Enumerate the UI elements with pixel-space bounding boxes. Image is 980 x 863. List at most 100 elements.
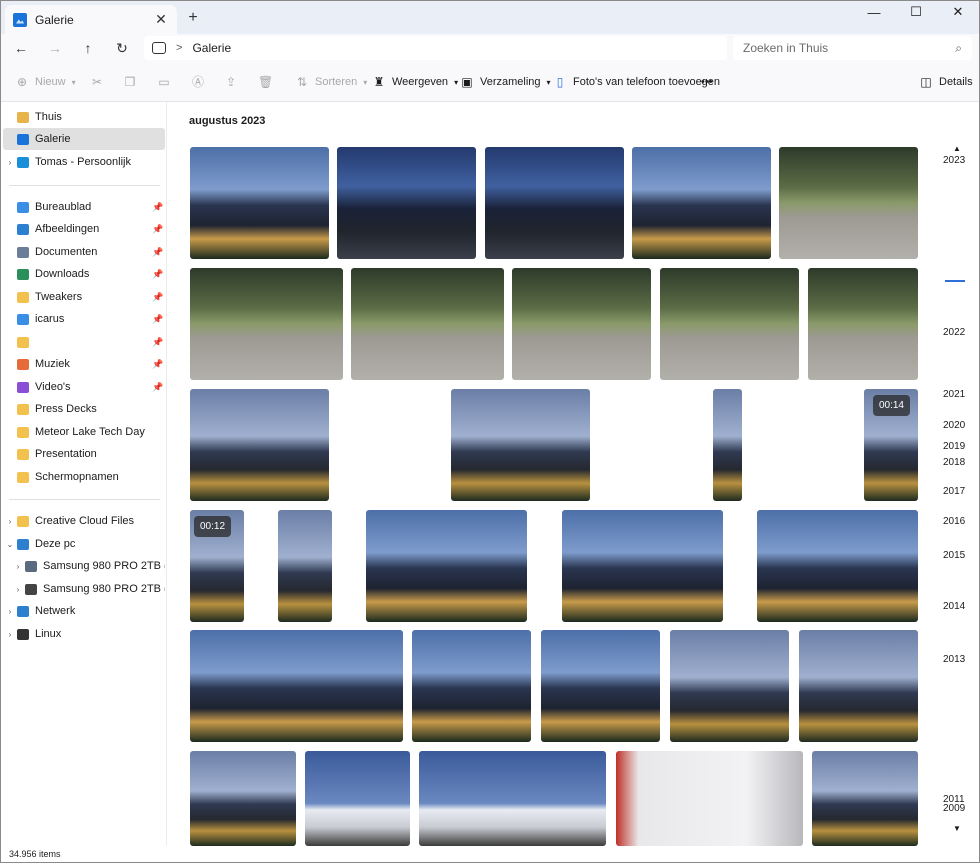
sidebar-item-drive-d[interactable]: › Samsung 980 PRO 2TB (D:) xyxy=(3,578,165,600)
timeline-year[interactable]: 2015 xyxy=(943,550,965,561)
photo-thumbnail[interactable] xyxy=(337,147,476,259)
cut-button[interactable]: ✂ xyxy=(90,73,110,91)
rename-button[interactable]: Ⓐ xyxy=(191,73,211,91)
sidebar-item-drive-c[interactable]: › Samsung 980 PRO 2TB (C:) xyxy=(3,555,165,577)
details-button[interactable]: ◫ Details xyxy=(919,73,972,91)
sidebar-item-pictures[interactable]: Afbeeldingen 📌 xyxy=(3,218,165,240)
search-input[interactable] xyxy=(743,41,956,55)
sidebar-item-music[interactable]: Muziek 📌 xyxy=(3,353,165,375)
expand-chevron-icon[interactable]: › xyxy=(3,607,17,616)
photo-thumbnail[interactable] xyxy=(616,751,803,846)
photo-thumbnail[interactable] xyxy=(190,268,343,380)
up-button[interactable]: ↑ xyxy=(79,39,97,57)
photo-thumbnail[interactable]: 00:14 xyxy=(864,389,918,501)
sidebar-item-folder-schermopnamen[interactable]: Schermopnamen xyxy=(3,466,165,488)
maximize-button[interactable]: ☐ xyxy=(895,1,937,23)
photo-thumbnail[interactable] xyxy=(305,751,410,846)
timeline-year[interactable]: 2013 xyxy=(943,654,965,665)
timeline-year[interactable]: 2019 xyxy=(943,441,965,452)
scroll-down-icon[interactable]: ▼ xyxy=(953,824,961,833)
add-phone-photos-button[interactable]: ▯ Foto's van telefoon toevoegen xyxy=(553,73,720,91)
sidebar-item-folder-unnamed[interactable]: 📌 xyxy=(3,331,165,353)
timeline-year[interactable]: 2016 xyxy=(943,516,965,527)
more-options-button[interactable]: ••• xyxy=(701,73,713,91)
scroll-up-icon[interactable]: ▲ xyxy=(953,144,961,153)
photo-thumbnail[interactable] xyxy=(808,268,918,380)
photo-thumbnail[interactable] xyxy=(812,751,918,846)
photo-thumbnail[interactable] xyxy=(562,510,723,622)
timeline-year[interactable]: 2018 xyxy=(943,457,965,468)
search-box[interactable]: ⌕ xyxy=(733,36,972,60)
photo-thumbnail[interactable] xyxy=(412,630,531,742)
photo-thumbnail[interactable] xyxy=(713,389,742,501)
sidebar-item-icarus[interactable]: icarus 📌 xyxy=(3,308,165,330)
photo-thumbnail[interactable] xyxy=(632,147,771,259)
timeline-scrubber[interactable]: ▲ ▼ 2023 2022 2021 2020 2019 2018 2017 2016 2015… xyxy=(933,141,979,841)
copy-button[interactable]: ❐ xyxy=(123,73,143,91)
address-bar[interactable]: > Galerie xyxy=(144,36,727,60)
refresh-button[interactable]: ↻ xyxy=(113,39,131,57)
expand-chevron-icon[interactable]: › xyxy=(3,158,17,167)
sidebar-item-folder-tweakers[interactable]: Tweakers 📌 xyxy=(3,286,165,308)
back-button[interactable]: ← xyxy=(12,39,30,57)
photo-thumbnail[interactable] xyxy=(190,751,296,846)
photo-thumbnail[interactable] xyxy=(451,389,590,501)
photo-thumbnail[interactable] xyxy=(190,147,329,259)
photo-thumbnail[interactable] xyxy=(670,630,789,742)
share-button[interactable]: ⇪ xyxy=(224,73,244,91)
sidebar-item-linux[interactable]: › Linux xyxy=(3,623,165,645)
new-tab-button[interactable]: + xyxy=(185,9,201,27)
sidebar-item-onedrive[interactable]: › Tomas - Persoonlijk xyxy=(3,151,165,173)
timeline-year[interactable]: 2020 xyxy=(943,420,965,431)
delete-button[interactable]: 🗑 xyxy=(258,73,278,91)
forward-button[interactable]: → xyxy=(46,39,64,57)
tab-galerie[interactable]: Galerie ✕ xyxy=(5,5,177,34)
photo-thumbnail[interactable] xyxy=(351,268,504,380)
breadcrumb-galerie[interactable]: Galerie xyxy=(192,41,231,55)
timeline-year[interactable]: 2022 xyxy=(943,327,965,338)
sidebar-item-this-pc[interactable]: ⌄ Deze pc xyxy=(3,533,165,555)
minimize-button[interactable]: — xyxy=(853,1,895,23)
photo-thumbnail[interactable] xyxy=(757,510,918,622)
view-button[interactable]: ♜ Weergeven ▾ xyxy=(372,73,458,91)
photo-thumbnail[interactable] xyxy=(512,268,651,380)
expand-chevron-icon[interactable]: › xyxy=(3,630,17,639)
chevron-right-icon[interactable]: > xyxy=(176,42,182,54)
photo-thumbnail[interactable] xyxy=(278,510,332,622)
photo-thumbnail[interactable] xyxy=(485,147,624,259)
expand-chevron-icon[interactable]: ⌄ xyxy=(3,540,17,549)
sidebar-item-downloads[interactable]: Downloads 📌 xyxy=(3,263,165,285)
close-tab-icon[interactable]: ✕ xyxy=(153,11,169,28)
timeline-year[interactable]: 2017 xyxy=(943,486,965,497)
photo-thumbnail[interactable] xyxy=(190,389,329,501)
photo-thumbnail[interactable] xyxy=(799,630,918,742)
expand-chevron-icon[interactable]: › xyxy=(11,585,25,594)
paste-button[interactable]: ▭ xyxy=(157,73,177,91)
timeline-year[interactable]: 2021 xyxy=(943,389,965,400)
timeline-year[interactable]: 2023 xyxy=(943,155,965,166)
photo-thumbnail[interactable] xyxy=(779,147,918,259)
sidebar-item-network[interactable]: › Netwerk xyxy=(3,600,165,622)
photo-thumbnail[interactable] xyxy=(541,630,660,742)
photo-thumbnail[interactable] xyxy=(366,510,527,622)
close-window-button[interactable]: ✕ xyxy=(937,1,979,23)
photo-thumbnail[interactable] xyxy=(660,268,799,380)
sidebar-item-desktop[interactable]: Bureaublad 📌 xyxy=(3,196,165,218)
sidebar-item-documents[interactable]: Documenten 📌 xyxy=(3,241,165,263)
sidebar-item-creative-cloud[interactable]: › Creative Cloud Files xyxy=(3,510,165,532)
sidebar-item-folder-meteor-lake[interactable]: Meteor Lake Tech Day xyxy=(3,421,165,443)
new-button[interactable]: ⊕ Nieuw ▾ xyxy=(15,73,76,91)
expand-chevron-icon[interactable]: › xyxy=(11,562,25,571)
photo-thumbnail[interactable] xyxy=(419,751,606,846)
expand-chevron-icon[interactable]: › xyxy=(3,517,17,526)
timeline-year[interactable]: 2009 xyxy=(943,803,965,814)
photo-thumbnail[interactable]: 00:12 xyxy=(190,510,244,622)
sidebar-item-gallery[interactable]: Galerie xyxy=(3,128,165,150)
sort-button[interactable]: ⇅ Sorteren ▾ xyxy=(295,73,367,91)
sidebar-item-home[interactable]: Thuis xyxy=(3,106,165,128)
sidebar-item-folder-press-decks[interactable]: Press Decks xyxy=(3,398,165,420)
photo-thumbnail[interactable] xyxy=(190,630,403,742)
sidebar-item-videos[interactable]: Video's 📌 xyxy=(3,376,165,398)
sidebar-item-folder-presentation[interactable]: Presentation xyxy=(3,443,165,465)
timeline-year[interactable]: 2014 xyxy=(943,601,965,612)
